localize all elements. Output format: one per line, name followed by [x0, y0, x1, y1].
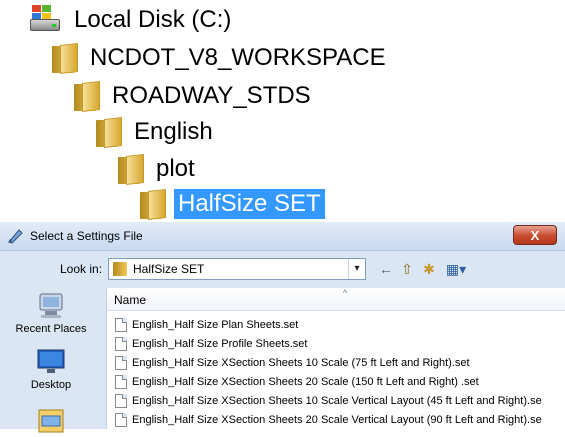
tree-item-plot[interactable]: plot [118, 151, 199, 187]
tree-item-local-disk[interactable]: Local Disk (C:) [30, 2, 235, 38]
file-row[interactable]: English_Half Size Plan Sheets.set [115, 316, 298, 334]
close-button[interactable]: X [513, 225, 557, 245]
tree-item-label: plot [156, 155, 195, 182]
place-libraries[interactable] [0, 406, 102, 437]
place-label: Recent Places [15, 323, 87, 335]
tree-item-label: NCDOT_V8_WORKSPACE [90, 44, 386, 71]
places-bar: Recent Places Desktop [0, 292, 102, 433]
folder-icon [118, 153, 146, 185]
folder-icon [96, 116, 124, 148]
back-arrow-icon[interactable]: ← [378, 259, 394, 279]
tree-item-roadway-stds[interactable]: ROADWAY_STDS [74, 78, 315, 114]
folder-icon [52, 42, 80, 74]
file-row[interactable]: English_Half Size XSection Sheets 20 Sca… [115, 411, 542, 429]
sort-ascending-icon: ^ [343, 288, 348, 298]
tree-item-label: HalfSize SET [174, 189, 325, 219]
file-list[interactable]: ^ Name English_Half Size Plan Sheets.set… [106, 288, 565, 429]
dialog-titlebar[interactable]: Select a Settings File X [0, 222, 565, 251]
views-menu-icon[interactable]: ▦▾ [442, 259, 470, 279]
place-label: Desktop [30, 379, 72, 391]
settings-file-icon [115, 337, 127, 351]
chevron-down-icon[interactable]: ▾ [348, 259, 365, 279]
file-row[interactable]: English_Half Size XSection Sheets 10 Sca… [115, 354, 470, 372]
file-name: English_Half Size XSection Sheets 20 Sca… [132, 414, 542, 426]
column-header-label: Name [114, 293, 147, 307]
column-header-name[interactable]: ^ Name [107, 288, 565, 311]
settings-file-icon [115, 375, 127, 389]
up-folder-icon[interactable]: ⇧ [398, 259, 416, 279]
tree-item-label: Local Disk (C:) [74, 6, 232, 33]
file-row[interactable]: English_Half Size XSection Sheets 10 Sca… [115, 392, 542, 410]
folder-tree: Local Disk (C:) NCDOT_V8_WORKSPACE ROADW… [0, 0, 565, 220]
select-settings-dialog: Select a Settings File X Look in: HalfSi… [0, 222, 565, 433]
settings-file-icon [115, 318, 127, 332]
file-name: English_Half Size XSection Sheets 10 Sca… [132, 395, 542, 407]
desktop-icon [35, 348, 67, 376]
settings-file-icon [115, 413, 127, 427]
file-name: English_Half Size XSection Sheets 20 Sca… [132, 376, 479, 388]
file-row[interactable]: English_Half Size XSection Sheets 20 Sca… [115, 373, 479, 391]
tree-item-label: English [134, 118, 213, 145]
folder-icon [140, 188, 168, 220]
settings-file-icon [115, 356, 127, 370]
tree-item-english[interactable]: English [96, 114, 217, 150]
tree-item-halfsize-set[interactable]: HalfSize SET [140, 186, 325, 222]
place-recent-places[interactable]: Recent Places [0, 292, 102, 335]
look-in-value: HalfSize SET [133, 262, 205, 276]
look-in-label: Look in: [60, 262, 103, 276]
folder-icon [74, 80, 102, 112]
file-row[interactable]: English_Half Size Profile Sheets.set [115, 335, 307, 353]
file-name: English_Half Size Plan Sheets.set [132, 319, 299, 331]
new-folder-icon[interactable]: ✱ [420, 259, 438, 279]
file-name: English_Half Size Profile Sheets.set [132, 338, 308, 350]
dialog-title: Select a Settings File [30, 229, 143, 243]
file-name: English_Half Size XSection Sheets 10 Sca… [132, 357, 470, 369]
look-in-combobox[interactable]: HalfSize SET ▾ [108, 258, 366, 280]
recent-places-icon [35, 292, 67, 320]
settings-file-icon [115, 394, 127, 408]
local-disk-icon [30, 5, 64, 35]
libraries-icon [35, 406, 67, 434]
tree-item-ncdot-v8-workspace[interactable]: NCDOT_V8_WORKSPACE [52, 40, 390, 76]
folder-icon [113, 262, 127, 276]
settings-file-icon [6, 227, 24, 245]
tree-item-label: ROADWAY_STDS [112, 82, 311, 109]
place-desktop[interactable]: Desktop [0, 348, 102, 391]
